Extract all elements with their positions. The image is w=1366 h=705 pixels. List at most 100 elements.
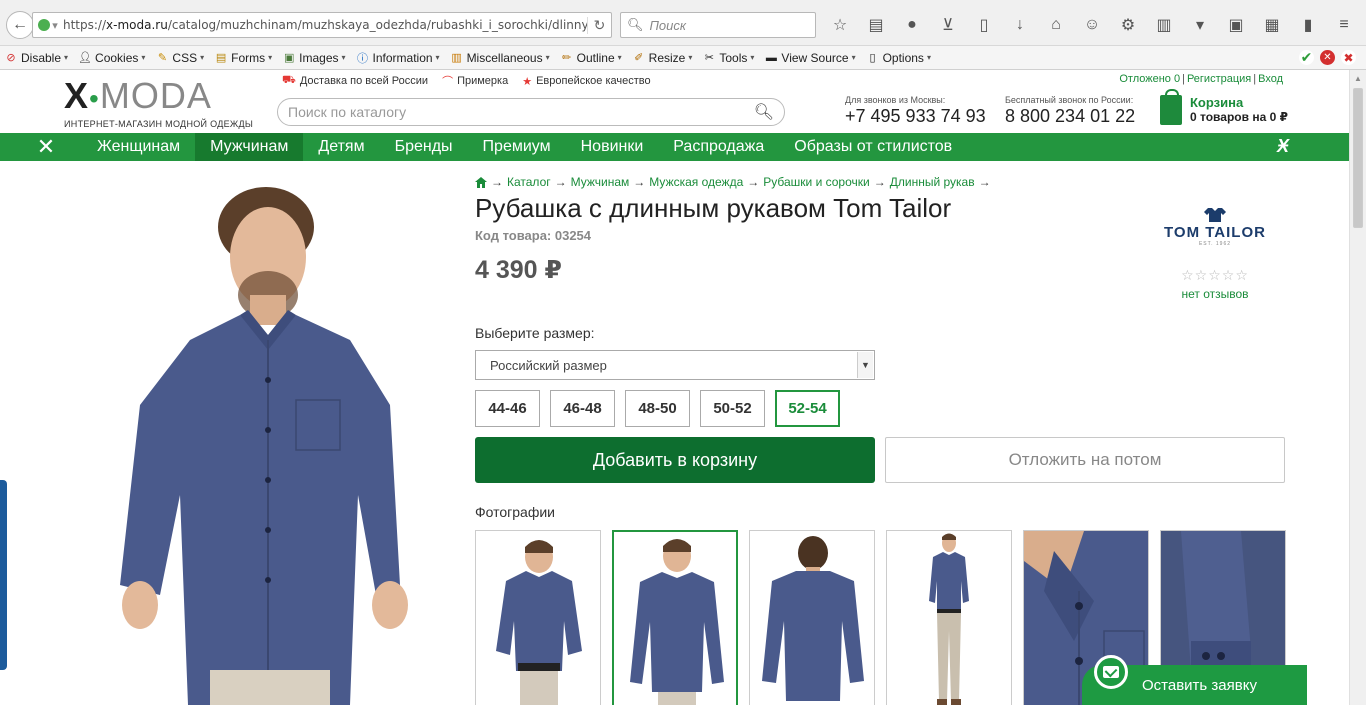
size-option-selected[interactable]: 52-54: [775, 390, 840, 427]
site-search-input[interactable]: Поиск по каталогу 🔍︎: [277, 98, 785, 126]
login-link[interactable]: Вход: [1258, 73, 1283, 85]
breadcrumb: → Каталог → Мужчинам → Мужская одежда → Руб…: [475, 175, 991, 189]
dropdown-icon[interactable]: ▾: [1186, 12, 1214, 38]
notes-icon[interactable]: ▦: [1258, 12, 1286, 38]
save-for-later-button[interactable]: Отложить на потом: [885, 437, 1285, 483]
photo-thumb-full-length[interactable]: [886, 530, 1012, 705]
nav-brands[interactable]: Бренды: [380, 133, 468, 161]
size-options: 44-46 46-48 48-50 50-52 52-54: [475, 390, 840, 427]
account-links: Отложено 0 | Регистрация | Вход: [1119, 73, 1283, 85]
addon-view-source[interactable]: ▬ View Source ▾: [764, 51, 856, 65]
hanger-icon: ⌒: [442, 76, 454, 88]
source-icon: ▬: [765, 51, 777, 64]
size-option[interactable]: 46-48: [550, 390, 615, 427]
photo-thumb-back[interactable]: [749, 530, 875, 705]
addon-disable[interactable]: ⊘ Disable ▾: [4, 51, 68, 65]
nav-new[interactable]: Новинки: [566, 133, 659, 161]
register-link[interactable]: Регистрация: [1187, 73, 1251, 85]
phone-moscow: Для звонков из Москвы: +7 495 933 74 93: [845, 95, 986, 126]
back-button[interactable]: ←: [6, 11, 34, 39]
photo-thumb-front-pose[interactable]: [475, 530, 601, 705]
site-info-icon[interactable]: ▾: [33, 19, 63, 32]
wishlist-link[interactable]: Отложено 0: [1119, 73, 1180, 85]
breadcrumb-men[interactable]: Мужчинам: [571, 175, 630, 189]
resize-icon: ✐: [634, 52, 644, 64]
rating-stars[interactable]: ☆☆☆☆☆: [1150, 267, 1280, 284]
addon-tools[interactable]: ✂ Tools ▾: [702, 51, 755, 65]
cart[interactable]: Корзина 0 товаров на 0 ₽: [1160, 89, 1288, 125]
product-price: 4 390 ₽: [475, 256, 562, 284]
photos-heading: Фотографии: [475, 504, 556, 520]
download-icon[interactable]: ↓: [1006, 12, 1034, 38]
size-option[interactable]: 48-50: [625, 390, 690, 427]
shopping-bag-icon: [1160, 89, 1182, 125]
x-logo-icon[interactable]: ✕: [0, 133, 82, 161]
nav-men[interactable]: Мужчинам: [195, 133, 304, 161]
nav-kids[interactable]: Детям: [303, 133, 379, 161]
screenshot-icon[interactable]: ▯: [970, 12, 998, 38]
addon-css[interactable]: ✎ CSS ▾: [155, 51, 204, 65]
hello-icon[interactable]: ☺: [1078, 12, 1106, 38]
menu-icon[interactable]: ≡: [1330, 12, 1358, 38]
addon-information[interactable]: ⓘ Information ▾: [356, 51, 440, 65]
breadcrumb-shirts[interactable]: Рубашки и сорочки: [763, 175, 869, 189]
web-developer-icon[interactable]: ▣: [1222, 12, 1250, 38]
product-main-image[interactable]: [100, 165, 430, 705]
library-icon[interactable]: ▮: [1294, 12, 1322, 38]
options-icon: ▯: [869, 52, 876, 64]
add-to-cart-button[interactable]: Добавить в корзину: [475, 437, 875, 483]
size-option[interactable]: 50-52: [700, 390, 765, 427]
close-icon[interactable]: ✖: [1341, 50, 1356, 65]
photo-thumb-front-selected[interactable]: [612, 530, 738, 705]
size-option[interactable]: 44-46: [475, 390, 540, 427]
brand-logo[interactable]: TOM TAILOR EST. 1962: [1150, 208, 1280, 247]
url-text: https://x-moda.ru/catalog/muzhchinam/muz…: [63, 18, 587, 32]
person-icon: 👤︎: [78, 52, 93, 64]
home-icon[interactable]: [475, 176, 487, 188]
side-feedback-tab[interactable]: [0, 480, 7, 670]
perk-quality[interactable]: ★ Европейское качество: [522, 73, 650, 89]
scroll-up-icon[interactable]: ▲: [1350, 70, 1366, 86]
check-icon[interactable]: ✔: [1299, 49, 1314, 65]
callback-request-button[interactable]: Оставить заявку: [1082, 655, 1307, 705]
breadcrumb-catalog[interactable]: Каталог: [507, 175, 551, 189]
addon-resize[interactable]: ✐ Resize ▾: [632, 51, 692, 65]
nav-premium[interactable]: Премиум: [468, 133, 566, 161]
addon-options[interactable]: ▯ Options ▾: [866, 51, 931, 65]
addon-status: ✔ ✕ ✖: [1299, 49, 1356, 65]
web-developer-bar: ⊘ Disable ▾ 👤︎ Cookies ▾ ✎ CSS ▾ ▤ Forms ▾ ▣ Imag…: [0, 46, 1366, 70]
vertical-scrollbar[interactable]: ▲: [1349, 70, 1366, 705]
xm-monogram-icon[interactable]: Ӿ: [1277, 136, 1289, 157]
nav-sale[interactable]: Распродажа: [658, 133, 779, 161]
breadcrumb-long-sleeve[interactable]: Длинный рукав: [890, 175, 975, 189]
nav-stylists[interactable]: Образы от стилистов: [779, 133, 967, 161]
scrollbar-thumb[interactable]: [1353, 88, 1363, 228]
star-icon: ★: [522, 75, 533, 88]
browser-search-input[interactable]: 🔍︎ Поиск: [620, 12, 816, 38]
perk-delivery[interactable]: ⛟ Доставка по всей России: [282, 73, 428, 89]
size-system-select[interactable]: Российский размер ▼: [475, 350, 875, 380]
addon-cookies[interactable]: 👤︎ Cookies ▾: [78, 51, 145, 65]
site-logo[interactable]: X•MODA ИНТЕРНЕТ-МАГАЗИН МОДНОЙ ОДЕЖДЫ: [64, 78, 253, 130]
addon-forms[interactable]: ▤ Forms ▾: [214, 51, 272, 65]
perk-fitting[interactable]: ⌒ Примерка: [442, 73, 508, 89]
addon-face-icon[interactable]: ●: [898, 12, 926, 38]
tools-icon: ✂: [704, 52, 714, 64]
reading-list-icon[interactable]: ▤: [862, 12, 890, 38]
breadcrumb-men-clothing[interactable]: Мужская одежда: [649, 175, 743, 189]
nav-women[interactable]: Женщинам: [82, 133, 195, 161]
reviews-link[interactable]: нет отзывов: [1150, 287, 1280, 301]
pocket-icon[interactable]: ⊻: [934, 12, 962, 38]
bookmark-star-icon[interactable]: ☆: [826, 12, 854, 38]
error-icon[interactable]: ✕: [1320, 50, 1335, 65]
home-icon[interactable]: ⌂: [1042, 12, 1070, 38]
addon-images[interactable]: ▣ Images ▾: [282, 51, 346, 65]
search-icon[interactable]: 🔍︎: [754, 102, 774, 122]
addon-icon[interactable]: ⚙: [1114, 12, 1142, 38]
clipboard-icon[interactable]: ▥: [1150, 12, 1178, 38]
reload-icon[interactable]: ↻: [587, 16, 611, 34]
addon-miscellaneous[interactable]: ▥ Miscellaneous ▾: [450, 51, 549, 65]
addon-outline[interactable]: ✏ Outline ▾: [560, 51, 622, 65]
url-bar[interactable]: ▾ https://x-moda.ru/catalog/muzhchinam/m…: [32, 12, 612, 38]
chevron-down-icon: ▼: [857, 352, 873, 378]
